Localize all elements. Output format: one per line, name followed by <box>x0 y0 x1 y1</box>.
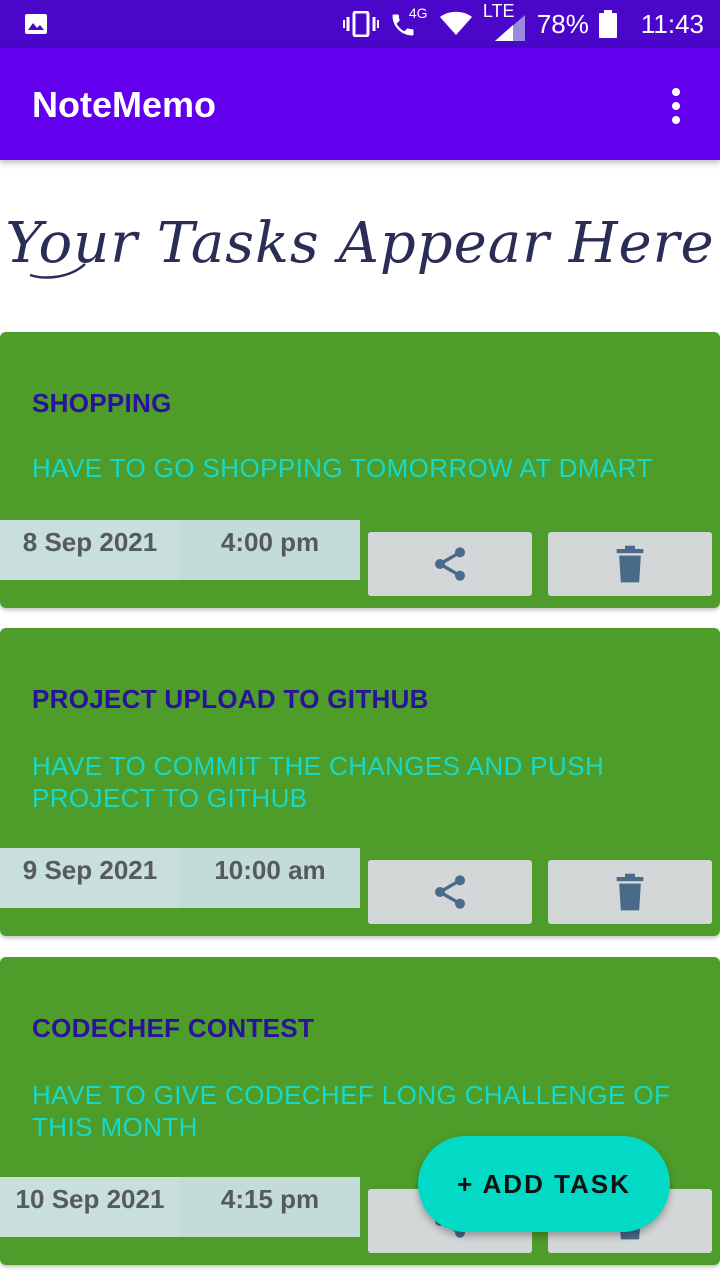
clock: 11:43 <box>640 8 704 39</box>
call-4g-icon: 4G <box>389 5 429 39</box>
vibrate-icon <box>342 11 379 37</box>
battery-icon <box>598 10 617 38</box>
task-date: 10 Sep 2021 <box>0 1177 180 1237</box>
task-description: HAVE TO GO SHOPPING TOMORROW AT DMART <box>32 453 653 483</box>
trash-icon <box>616 873 644 911</box>
task-title: SHOPPING <box>32 388 172 418</box>
share-icon <box>435 875 465 909</box>
task-title: CODECHEF CONTEST <box>32 1013 315 1043</box>
wifi-icon <box>439 11 472 35</box>
share-button[interactable] <box>368 532 532 596</box>
share-button[interactable] <box>368 860 532 924</box>
task-date: 9 Sep 2021 <box>0 848 180 908</box>
task-time: 4:15 pm <box>180 1177 360 1237</box>
delete-button[interactable] <box>548 532 712 596</box>
delete-button[interactable] <box>548 860 712 924</box>
task-card[interactable]: SHOPPING HAVE TO GO SHOPPING TOMORROW AT… <box>0 332 720 608</box>
task-time: 4:00 pm <box>180 520 360 580</box>
network-type-label: 4G <box>408 5 428 21</box>
signal-icon: LTE <box>483 1 527 41</box>
add-task-button[interactable]: + ADD TASK <box>418 1136 670 1232</box>
task-card[interactable]: PROJECT UPLOAD TO GITHUB HAVE TO COMMIT … <box>0 628 720 936</box>
svg-text:Your Tasks Appear Here: Your Tasks Appear Here <box>5 211 714 276</box>
battery-percent: 78% <box>536 8 589 39</box>
tasks-banner-image: Your Tasks Appear Here <box>5 211 714 279</box>
task-description: HAVE TO GIVE CODECHEF LONG CHALLENGE OF … <box>32 1080 671 1142</box>
task-time: 10:00 am <box>180 848 360 908</box>
gallery-notification-icon <box>25 14 47 34</box>
app-bar: NoteMemo <box>0 48 720 160</box>
status-bar: 4G LTE 78% 11:43 <box>0 0 720 48</box>
app-title: NoteMemo <box>32 84 217 125</box>
task-description: HAVE TO COMMIT THE CHANGES AND PUSH PROJ… <box>32 751 605 813</box>
share-icon <box>435 547 465 581</box>
more-vert-icon[interactable] <box>662 86 690 126</box>
task-title: PROJECT UPLOAD TO GITHUB <box>32 684 429 714</box>
task-date: 8 Sep 2021 <box>0 520 180 580</box>
trash-icon <box>616 545 644 583</box>
